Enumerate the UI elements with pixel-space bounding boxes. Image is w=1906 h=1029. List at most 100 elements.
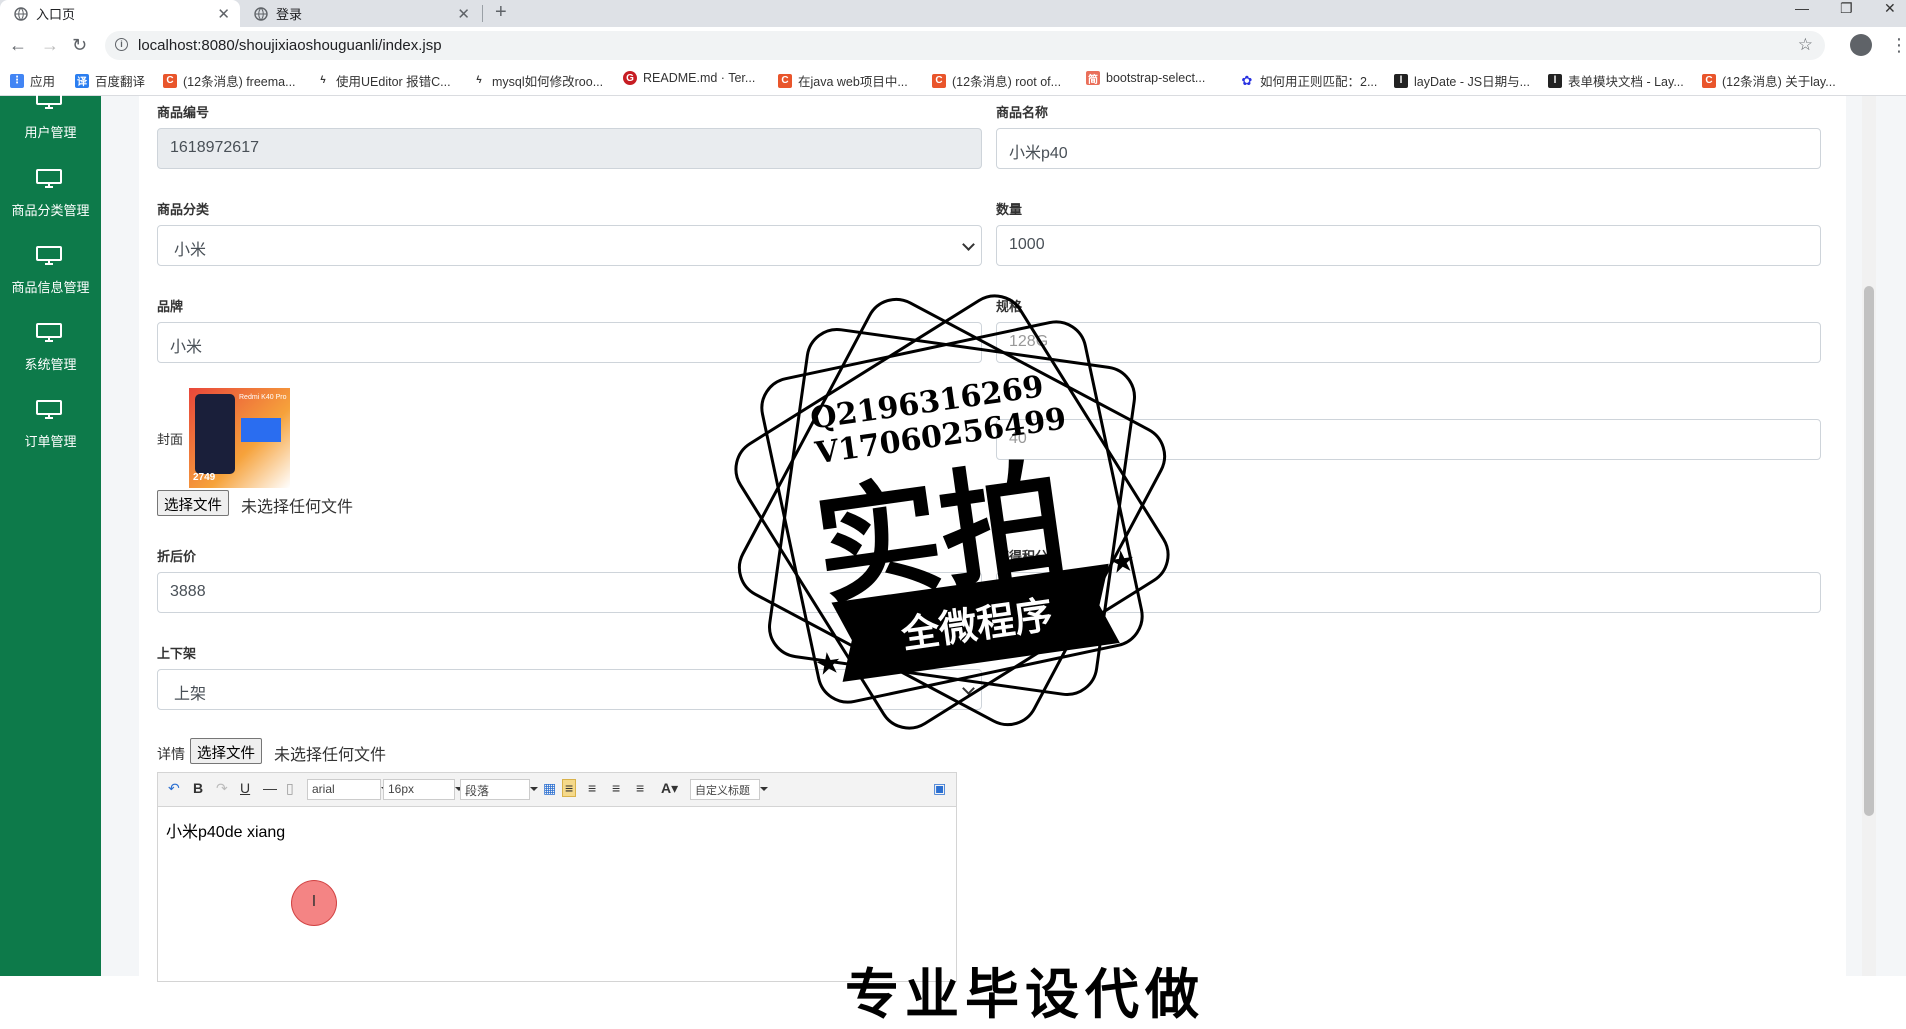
close-icon[interactable]: ✕ [217, 5, 230, 23]
table-icon[interactable]: ▦ [543, 780, 556, 797]
sidebar-item-products[interactable]: 商品信息管理 [0, 246, 101, 316]
sidebar-item-categories[interactable]: 商品分类管理 [0, 169, 101, 239]
sidebar: 用户管理 商品分类管理 商品信息管理 系统管理 订单管理 [0, 90, 101, 976]
align-justify-icon[interactable]: ≡ [636, 780, 644, 796]
bookmark-item[interactable]: 简 bootstrap-select... [1086, 71, 1206, 86]
window-close-icon[interactable]: ✕ [1884, 0, 1896, 16]
sidebar-item-users[interactable]: 用户管理 [0, 90, 101, 160]
page-scrollbar[interactable] [1862, 96, 1876, 976]
bold-icon[interactable]: B [193, 780, 203, 796]
bookmark-label: layDate - JS日期与... [1414, 75, 1530, 89]
tab-login[interactable]: 登录 ✕ [240, 0, 480, 27]
product-name-input[interactable]: 小米p40 [996, 128, 1821, 169]
bookmark-item[interactable]: ✿ 如何用正则匹配：2... [1240, 71, 1378, 90]
thumb-brand: Redmi K40 Pro [239, 394, 287, 401]
sidebar-item-label: 商品信息管理 [11, 280, 90, 295]
detail-file-status: 未选择任何文件 [274, 747, 387, 764]
spec-label: 规格 [996, 299, 1023, 314]
monitor-icon [36, 169, 62, 188]
sidebar-item-label: 系统管理 [24, 357, 77, 372]
baidu-translate-icon: 译 [75, 73, 89, 88]
align-center-icon[interactable]: ≡ [612, 780, 620, 796]
bookmark-item[interactable]: C (12条消息) freema... [163, 71, 296, 90]
address-bar-row: ← → ↻ i localhost:8080/shoujixiaoshougua… [0, 27, 1906, 64]
omnibox[interactable]: i localhost:8080/shoujixiaoshouguanli/in… [105, 31, 1825, 60]
redo-icon[interactable]: ↷ [216, 780, 228, 797]
bookmark-item[interactable]: C (12条消息) 关于lay... [1702, 71, 1836, 90]
sidebar-item-system[interactable]: 系统管理 [0, 323, 101, 393]
align-left-icon[interactable]: ≡ [562, 779, 577, 797]
right-field-input[interactable]: 40 [996, 419, 1821, 460]
back-arrow-icon[interactable]: ← [9, 35, 27, 55]
gitee-icon: G [623, 71, 637, 85]
editor-toolbar: ↶ B ↷ U — ▯ arial 16px 段落 ▦ ≡ ≡ ≡ ≡ A▾ 自… [158, 773, 956, 807]
bookmark-label: (12条消息) freema... [183, 75, 296, 89]
category-select-value: 小米 [174, 242, 207, 259]
bookmark-item[interactable]: ϟ mysql如何修改roo... [472, 71, 603, 90]
close-icon[interactable]: ✕ [457, 5, 470, 23]
quantity-input[interactable]: 1000 [996, 225, 1821, 266]
bookmark-label: 表单模块文档 - Lay... [1568, 75, 1684, 89]
discount-price-input[interactable]: 3888 [157, 572, 982, 613]
page-icon[interactable]: ▯ [286, 780, 294, 797]
bookmark-item[interactable]: l 表单模块文档 - Lay... [1548, 71, 1684, 90]
paragraph-select[interactable]: 段落 [460, 779, 538, 800]
bookmark-star-icon[interactable]: ☆ [1798, 35, 1813, 55]
bookmark-label: 应用 [30, 75, 56, 89]
font-color-icon[interactable]: A▾ [661, 780, 678, 797]
menu-kebab-icon[interactable]: ⋮ [1890, 35, 1906, 56]
fullscreen-icon[interactable]: ▣ [933, 780, 946, 797]
product-name-label: 商品名称 [996, 105, 1049, 120]
cover-file-status: 未选择任何文件 [241, 499, 354, 516]
brand-input[interactable]: 小米 [157, 322, 982, 363]
sidebar-item-orders[interactable]: 订单管理 [0, 400, 101, 470]
bookmark-label: (12条消息) 关于lay... [1722, 75, 1836, 89]
bookmark-label: (12条消息) root of... [952, 75, 1062, 89]
undo-icon[interactable]: ↶ [168, 780, 180, 797]
points-label: 可得积分 [996, 549, 1049, 564]
bookmark-label: bootstrap-select... [1106, 71, 1206, 85]
underline-icon[interactable]: U [240, 780, 250, 796]
bookmark-item[interactable]: l layDate - JS日期与... [1394, 71, 1530, 90]
custom-heading-select[interactable]: 自定义标题 [690, 779, 768, 800]
bookmark-item[interactable]: C 在java web项目中... [778, 71, 908, 90]
csdn-icon: C [163, 73, 177, 88]
bookmark-item[interactable]: ϟ 使用UEditor 报错C... [316, 71, 450, 90]
info-icon[interactable]: i [115, 38, 128, 51]
align-right-icon[interactable]: ≡ [588, 780, 596, 796]
restore-icon[interactable]: ❐ [1840, 0, 1853, 16]
tab-index[interactable]: 入口页 ✕ [0, 0, 240, 27]
category-select[interactable]: 小米 [157, 225, 982, 266]
listing-select[interactable]: 上架 [157, 669, 982, 710]
globe-icon [254, 6, 268, 21]
minimize-icon[interactable]: — [1795, 0, 1809, 16]
url-text[interactable]: localhost:8080/shoujixiaoshouguanli/inde… [138, 37, 442, 54]
bookmark-label: 在java web项目中... [798, 75, 908, 89]
bookmark-item[interactable]: C (12条消息) root of... [932, 71, 1061, 90]
cover-file-button[interactable]: 选择文件 [157, 490, 229, 516]
reload-icon[interactable]: ↻ [72, 35, 87, 55]
forward-arrow-icon[interactable]: → [41, 35, 59, 55]
bookmark-item[interactable]: 译百度翻译 [75, 71, 145, 90]
apps-grid-icon: ⋮ [10, 73, 24, 88]
profile-avatar-icon[interactable] [1850, 34, 1872, 56]
layui-icon: l [1394, 73, 1408, 88]
editor-content[interactable]: 小米p40de xiang [166, 818, 285, 842]
horizontal-rule-icon[interactable]: — [263, 780, 277, 796]
bookmark-apps[interactable]: ⋮ 应用 [10, 71, 55, 90]
font-family-select[interactable]: arial [307, 779, 389, 800]
spec-input[interactable]: 128G [996, 322, 1821, 363]
csdn-icon: C [1702, 73, 1716, 88]
font-size-select[interactable]: 16px [383, 779, 463, 800]
scrollbar-thumb[interactable] [1864, 286, 1874, 816]
category-label: 商品分类 [157, 202, 210, 217]
listing-select-value: 上架 [174, 686, 207, 703]
detail-file-button[interactable]: 选择文件 [190, 738, 262, 764]
tab-separator [482, 5, 483, 22]
jianshu-icon: 简 [1086, 71, 1100, 86]
bookmark-item[interactable]: G README.md · Ter... [623, 71, 755, 85]
new-tab-icon[interactable]: + [495, 0, 507, 24]
csdn-icon: C [932, 73, 946, 88]
sidebar-item-label: 订单管理 [24, 434, 77, 449]
points-input[interactable] [996, 572, 1821, 613]
